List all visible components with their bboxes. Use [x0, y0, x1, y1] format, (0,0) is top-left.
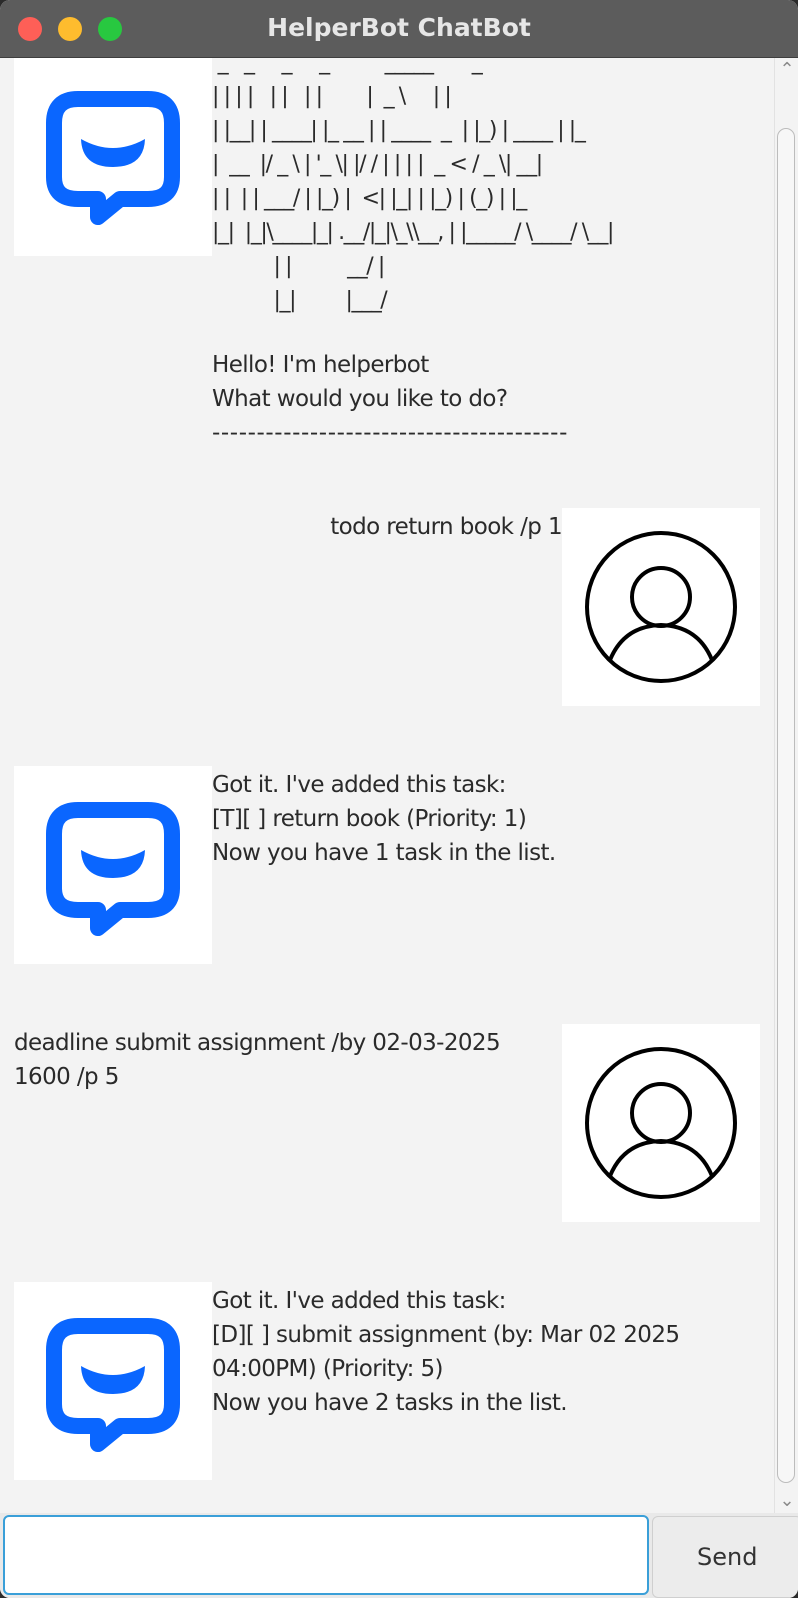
user-profile-icon — [562, 1024, 760, 1222]
chat-bubble-icon — [14, 58, 212, 256]
chevron-down-icon[interactable]: ⌄ — [775, 1489, 798, 1513]
message-input[interactable] — [3, 1515, 649, 1595]
message-line: Hello! I'm helperbot — [212, 352, 429, 378]
ascii-line: | | __/ | — [212, 254, 386, 279]
message-line: Now you have 2 tasks in the list. — [212, 1390, 568, 1416]
ascii-line: |_| |___/ — [212, 288, 388, 313]
user-message: todo return book /p 1 — [0, 508, 774, 710]
input-bar: Send — [0, 1513, 798, 1598]
user-message: deadline submit assignment /by 02-03-202… — [0, 1024, 774, 1226]
message-line: What would you like to do? — [212, 386, 508, 412]
bot-message-text: Got it. I've added this task: [D][ ] subm… — [212, 1284, 772, 1420]
message-line: Now you have 1 task in the list. — [212, 840, 556, 866]
app-window: HelperBot ChatBot _ _ _ _ _____ _ | | | |… — [0, 0, 798, 1598]
user-message-text: deadline submit assignment /by 02-03-202… — [14, 1030, 501, 1090]
bot-message: Got it. I've added this task: [T][ ] retu… — [0, 766, 774, 968]
chevron-up-icon[interactable]: ⌃ — [775, 58, 798, 82]
message-line: Got it. I've added this task: — [212, 772, 506, 798]
user-profile-icon — [562, 508, 760, 706]
ascii-line: | |__| | ____| |_ __ | | ____ _ | |_) | … — [212, 118, 586, 143]
scroll-thumb[interactable] — [777, 128, 795, 1483]
message-line: [T][ ] return book (Priority: 1) — [212, 806, 527, 832]
chat-scroll-area[interactable]: _ _ _ _ _____ _ | | | | | | | | | _ \ | |… — [0, 58, 774, 1513]
bot-message: Got it. I've added this task: [D][ ] subm… — [0, 1282, 774, 1484]
ascii-line: | | | | | | | | | _ \ | | — [212, 84, 452, 109]
message-line: ---------------------------------------- — [212, 420, 568, 446]
message-line: Got it. I've added this task: — [212, 1288, 506, 1314]
window-title: HelperBot ChatBot — [267, 13, 531, 42]
title-bar: HelperBot ChatBot — [0, 0, 798, 58]
ascii-line: | __ |/ _ \ | '_ \| |/ / | | | | _ < / _… — [212, 152, 543, 177]
message-line: [D][ ] submit assignment (by: Mar 02 202… — [212, 1322, 680, 1382]
chat-bubble-icon — [14, 1282, 212, 1480]
bot-message-text: Hello! I'm helperbot What would you like … — [212, 348, 772, 450]
user-message-text: todo return book /p 1 — [330, 514, 562, 540]
vertical-scrollbar[interactable]: ⌃ ⌄ — [774, 58, 798, 1513]
ascii-banner: _ _ _ _ _____ _ | | | | | | | | | _ \ | |… — [212, 58, 772, 318]
chat-bubble-icon — [14, 766, 212, 964]
send-button[interactable]: Send — [652, 1516, 798, 1598]
bot-message: _ _ _ _ _____ _ | | | | | | | | | _ \ | |… — [0, 58, 774, 458]
ascii-line: | | | | ___/ | |_) | <| |_| | |_) | (_) … — [212, 186, 527, 211]
ascii-line: _ _ _ _ _____ _ — [212, 58, 483, 75]
ascii-line: |_| |_|\____|_| .__/|_|\_\\__, | |_____/… — [212, 220, 614, 245]
bot-message-text: Got it. I've added this task: [T][ ] retu… — [212, 768, 772, 870]
